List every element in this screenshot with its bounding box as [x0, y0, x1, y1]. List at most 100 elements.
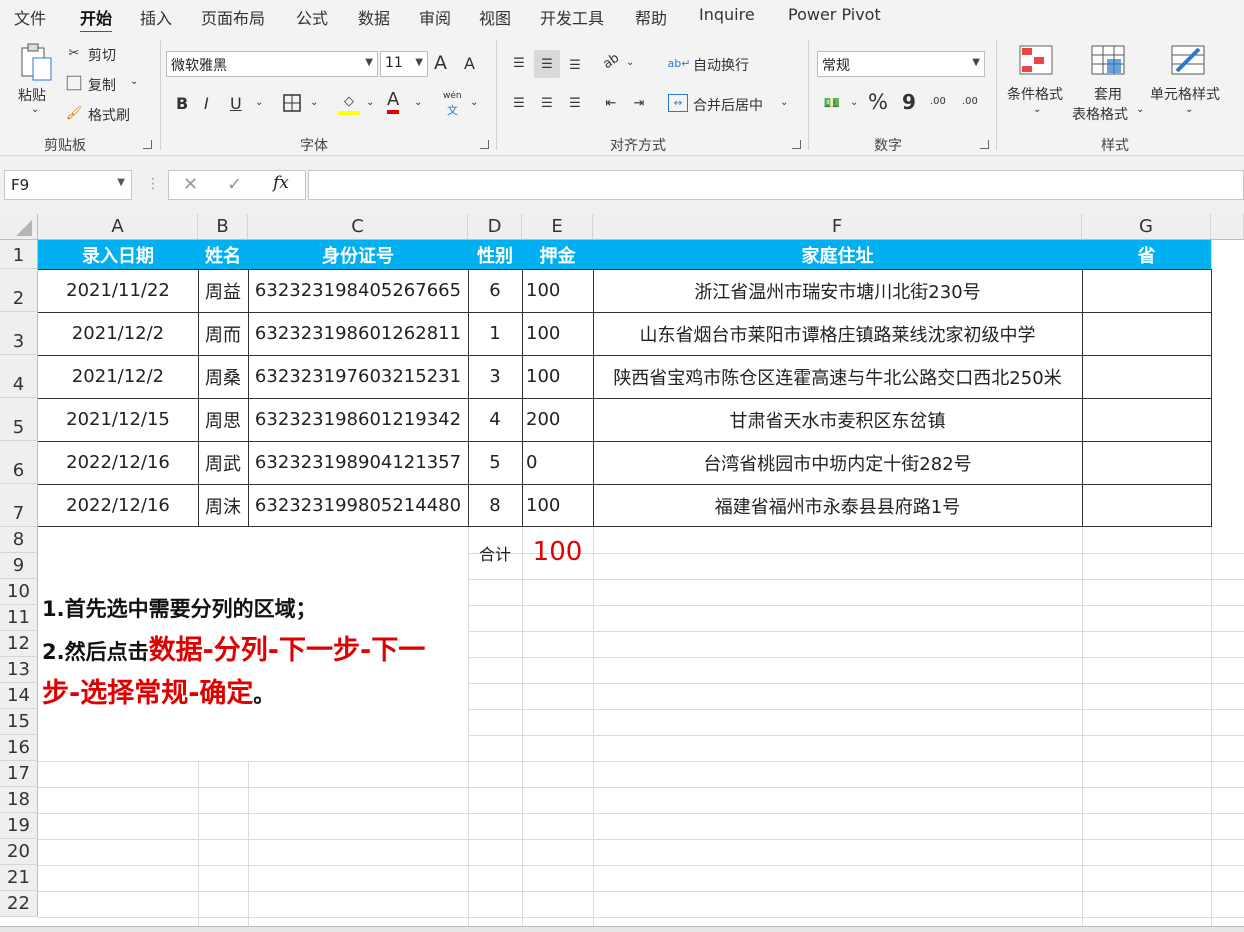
- number-format-combo[interactable]: 常规 ▼: [817, 51, 985, 77]
- format-as-table-line1[interactable]: 套用: [1094, 84, 1122, 104]
- table-cell[interactable]: [1082, 355, 1211, 398]
- accounting-icon[interactable]: 💵: [820, 92, 844, 114]
- table-cell[interactable]: 周而: [198, 312, 248, 355]
- format-painter-button[interactable]: 格式刷: [88, 105, 130, 125]
- row-header-15[interactable]: 15: [0, 709, 38, 735]
- menu-home[interactable]: 开始: [80, 5, 113, 34]
- format-as-table-line2[interactable]: 表格格式: [1072, 104, 1128, 124]
- font-name-combo[interactable]: 微软雅黑 ▼: [166, 51, 378, 77]
- table-cell[interactable]: 100: [522, 312, 593, 355]
- row-header-14[interactable]: 14: [0, 683, 38, 709]
- dialog-launcher-icon[interactable]: [143, 140, 152, 149]
- table-cell[interactable]: 100: [522, 269, 593, 312]
- table-cell[interactable]: 山东省烟台市莱阳市谭格庄镇路莱线沈家初级中学: [593, 312, 1082, 355]
- total-value[interactable]: 100: [522, 536, 593, 568]
- align-right-icon[interactable]: ☰: [564, 92, 586, 114]
- column-header-b[interactable]: B: [198, 214, 248, 240]
- grow-font-button[interactable]: A: [434, 52, 447, 74]
- table-cell[interactable]: 3: [468, 355, 522, 398]
- chevron-down-icon[interactable]: ⌄: [130, 76, 138, 87]
- row-header-1[interactable]: 1: [0, 240, 38, 269]
- table-cell[interactable]: 2021/12/2: [38, 355, 198, 398]
- table-cell[interactable]: 632323198904121357: [248, 441, 468, 484]
- table-cell[interactable]: 2022/12/16: [38, 441, 198, 484]
- table-cell[interactable]: 0: [522, 441, 593, 484]
- table-cell[interactable]: 周益: [198, 269, 248, 312]
- menu-help[interactable]: 帮助: [635, 5, 667, 29]
- table-cell[interactable]: 200: [522, 398, 593, 441]
- header-cell-id[interactable]: 身份证号: [248, 240, 468, 269]
- row-header-17[interactable]: 17: [0, 761, 38, 787]
- align-left-icon[interactable]: ☰: [508, 92, 530, 114]
- chevron-down-icon[interactable]: ⌄: [470, 97, 478, 108]
- menu-insert[interactable]: 插入: [140, 5, 172, 29]
- table-cell[interactable]: 632323198405267665: [248, 269, 468, 312]
- header-cell-address[interactable]: 家庭住址: [593, 240, 1082, 269]
- row-header-7[interactable]: 7: [0, 484, 38, 527]
- row-header-10[interactable]: 10: [0, 579, 38, 605]
- row-header-21[interactable]: 21: [0, 865, 38, 891]
- chevron-down-icon[interactable]: ⌄: [31, 104, 39, 115]
- row-header-13[interactable]: 13: [0, 657, 38, 683]
- table-cell[interactable]: 100: [522, 484, 593, 527]
- italic-button[interactable]: I: [204, 94, 209, 113]
- total-label[interactable]: 合计: [468, 540, 522, 566]
- font-size-combo[interactable]: 11 ▼: [380, 51, 428, 77]
- menu-power-pivot[interactable]: Power Pivot: [788, 5, 881, 24]
- row-header-3[interactable]: 3: [0, 312, 38, 355]
- percent-button[interactable]: %: [868, 90, 888, 114]
- name-box[interactable]: F9 ▼: [4, 170, 132, 200]
- table-cell[interactable]: 2021/12/15: [38, 398, 198, 441]
- menu-page-layout[interactable]: 页面布局: [201, 5, 265, 29]
- header-cell-gender[interactable]: 性别: [468, 240, 522, 269]
- insert-function-button[interactable]: fx: [273, 173, 289, 193]
- formula-input[interactable]: [308, 170, 1244, 200]
- menu-view[interactable]: 视图: [479, 5, 511, 29]
- dialog-launcher-icon[interactable]: [792, 140, 801, 149]
- align-middle-icon[interactable]: ☰: [534, 50, 560, 78]
- bold-button[interactable]: B: [176, 94, 188, 113]
- dialog-launcher-icon[interactable]: [980, 140, 989, 149]
- column-header-d[interactable]: D: [468, 214, 522, 240]
- row-header-12[interactable]: 12: [0, 631, 38, 657]
- row-header-2[interactable]: 2: [0, 269, 38, 312]
- table-cell[interactable]: 台湾省桃园市中坜内定十街282号: [593, 441, 1082, 484]
- chevron-down-icon[interactable]: ⌄: [1033, 104, 1041, 115]
- fill-color-icon[interactable]: ◇: [338, 91, 360, 115]
- shrink-font-button[interactable]: A: [464, 54, 475, 73]
- table-cell[interactable]: 632323199805214480: [248, 484, 468, 527]
- row-header-22[interactable]: 22: [0, 891, 38, 917]
- table-cell[interactable]: 1: [468, 312, 522, 355]
- table-cell[interactable]: 5: [468, 441, 522, 484]
- header-cell-date[interactable]: 录入日期: [38, 240, 198, 269]
- row-header-6[interactable]: 6: [0, 441, 38, 484]
- increase-decimal-button[interactable]: .00: [930, 96, 946, 107]
- row-header-5[interactable]: 5: [0, 398, 38, 441]
- phonetic-top[interactable]: wén: [443, 91, 462, 101]
- table-cell[interactable]: 4: [468, 398, 522, 441]
- decrease-indent-icon[interactable]: ⇤: [600, 92, 622, 114]
- merge-center-button[interactable]: 合并后居中: [693, 95, 763, 115]
- table-cell[interactable]: 周沫: [198, 484, 248, 527]
- header-cell-deposit[interactable]: 押金: [522, 240, 593, 269]
- table-cell[interactable]: 周桑: [198, 355, 248, 398]
- decrease-decimal-button[interactable]: .00: [962, 96, 978, 107]
- table-cell[interactable]: 浙江省温州市瑞安市塘川北街230号: [593, 269, 1082, 312]
- chevron-down-icon[interactable]: ⌄: [850, 97, 858, 108]
- cut-button[interactable]: 剪切: [88, 45, 116, 65]
- menu-file[interactable]: 文件: [14, 5, 46, 29]
- align-bottom-icon[interactable]: ☰: [564, 54, 586, 76]
- table-cell[interactable]: 周武: [198, 441, 248, 484]
- header-cell-province[interactable]: 省: [1082, 240, 1211, 269]
- underline-button[interactable]: U: [230, 94, 242, 113]
- row-header-19[interactable]: 19: [0, 813, 38, 839]
- row-header-20[interactable]: 20: [0, 839, 38, 865]
- row-header-18[interactable]: 18: [0, 787, 38, 813]
- cancel-icon[interactable]: ✕: [183, 174, 198, 195]
- table-cell[interactable]: 甘肃省天水市麦积区东岔镇: [593, 398, 1082, 441]
- dialog-launcher-icon[interactable]: [480, 140, 489, 149]
- chevron-down-icon[interactable]: ⌄: [255, 97, 263, 108]
- column-header-e[interactable]: E: [522, 214, 593, 240]
- table-cell[interactable]: [1082, 312, 1211, 355]
- table-cell[interactable]: 632323198601262811: [248, 312, 468, 355]
